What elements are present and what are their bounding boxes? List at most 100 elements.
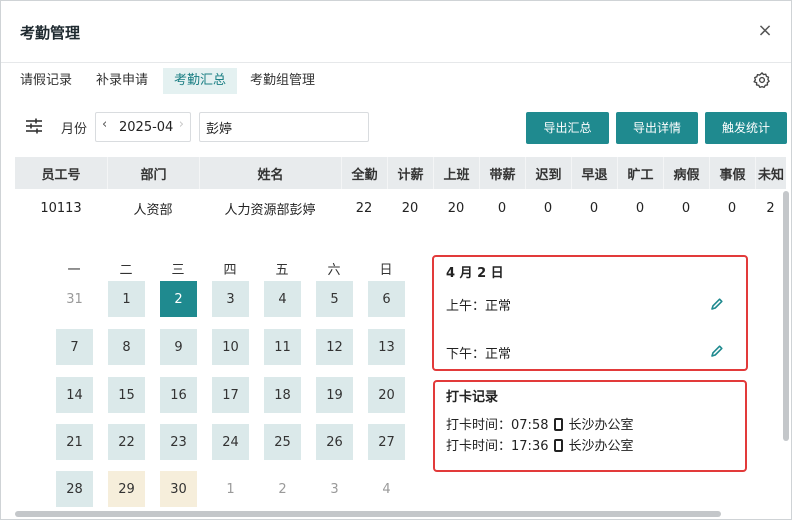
tab-bar: 请假记录 补录申请 考勤汇总 考勤组管理 (1, 63, 791, 103)
table-header: 员工号 部门 姓名 全勤 计薪 上班 带薪 迟到 早退 旷工 病假 事假 未知 (15, 157, 786, 189)
dialog-header: 考勤管理 × (1, 1, 791, 63)
cell-absent: 0 (635, 200, 645, 216)
calendar-day[interactable]: 4 (368, 471, 405, 507)
day-detail-panel: 4 月 2 日 上午：正常 下午：正常 (432, 255, 748, 371)
calendar-day[interactable]: 8 (108, 329, 145, 365)
calendar-day[interactable]: 2 (264, 471, 301, 507)
calendar-day[interactable]: 3 (316, 471, 353, 507)
cell-name: 人力资源部彭婷 (224, 202, 316, 218)
calendar-day[interactable]: 29 (108, 471, 145, 507)
cell-late: 0 (543, 200, 553, 216)
calendar-day[interactable]: 24 (212, 424, 249, 460)
phone-icon (554, 439, 564, 452)
calendar-day[interactable]: 7 (56, 329, 93, 365)
weekday-sun: 日 (379, 263, 393, 278)
calendar-day[interactable]: 23 (160, 424, 197, 460)
calendar-day[interactable]: 12 (316, 329, 353, 365)
calendar-day[interactable]: 20 (368, 377, 405, 413)
table-row[interactable]: 10113 人资部 人力资源部彭婷 22 20 20 0 0 0 0 0 0 2 (15, 189, 786, 227)
calendar-day[interactable]: 21 (56, 424, 93, 460)
horizontal-scrollbar[interactable] (15, 511, 721, 517)
calendar-day[interactable]: 25 (264, 424, 301, 460)
calendar-day[interactable]: 22 (108, 424, 145, 460)
morning-status: 上午：正常 (446, 299, 512, 314)
calendar-day[interactable]: 6 (368, 281, 405, 317)
col-header-department: 部门 (107, 157, 199, 189)
calendar-day[interactable]: 5 (316, 281, 353, 317)
calendar-day[interactable]: 3 (212, 281, 249, 317)
tab-leave-records[interactable]: 请假记录 (9, 68, 83, 94)
dialog-title: 考勤管理 (20, 24, 81, 42)
calendar-day[interactable]: 14 (56, 377, 93, 413)
weekday-wed: 三 (171, 263, 185, 278)
calendar-day[interactable]: 16 (160, 377, 197, 413)
col-header-sick-leave: 病假 (663, 157, 709, 189)
export-summary-button[interactable]: 导出汇总 (526, 112, 609, 144)
col-header-name: 姓名 (199, 157, 341, 189)
cell-work-days: 20 (447, 200, 465, 216)
cell-paid-days: 20 (401, 200, 419, 216)
calendar-day[interactable]: 4 (264, 281, 301, 317)
tab-attendance-group[interactable]: 考勤组管理 (239, 68, 326, 94)
weekday-thu: 四 (223, 263, 237, 278)
cell-paid-leave: 0 (497, 200, 507, 216)
punch-time: 07:58 (511, 418, 549, 433)
col-header-absent: 旷工 (617, 157, 663, 189)
name-search-input[interactable] (199, 112, 369, 142)
month-picker[interactable]: ‹ 2025-04 › (95, 112, 191, 142)
sliders-icon[interactable] (25, 117, 43, 135)
close-icon[interactable]: × (755, 21, 775, 41)
weekday-fri: 五 (275, 263, 289, 278)
punch-record-title: 打卡记录 (446, 390, 499, 405)
cell-employee-id: 10113 (40, 200, 82, 216)
pencil-icon[interactable] (710, 297, 724, 311)
col-header-unknown: 未知 (755, 157, 786, 189)
weekday-mon: 一 (67, 263, 81, 278)
trigger-stats-button[interactable]: 触发统计 (705, 112, 787, 144)
punch-time-label: 打卡时间： (446, 418, 512, 433)
cell-early-leave: 0 (589, 200, 599, 216)
punch-record-item: 打卡时间：07:58 长沙办公室 (446, 414, 634, 433)
calendar-day[interactable]: 10 (212, 329, 249, 365)
vertical-scrollbar[interactable] (783, 191, 789, 441)
calendar-day[interactable]: 19 (316, 377, 353, 413)
col-header-paid-days: 计薪 (387, 157, 433, 189)
calendar-day[interactable]: 13 (368, 329, 405, 365)
phone-icon (554, 418, 564, 431)
summary-table: 员工号 部门 姓名 全勤 计薪 上班 带薪 迟到 早退 旷工 病假 事假 未知 … (15, 157, 786, 227)
calendar-day[interactable]: 9 (160, 329, 197, 365)
col-header-work-days: 上班 (433, 157, 479, 189)
cell-sick-leave: 0 (681, 200, 691, 216)
punch-location: 长沙办公室 (568, 418, 634, 433)
calendar-day[interactable]: 27 (368, 424, 405, 460)
calendar-day[interactable]: 30 (160, 471, 197, 507)
calendar-day[interactable]: 1 (212, 471, 249, 507)
calendar-day[interactable]: 17 (212, 377, 249, 413)
calendar-day[interactable]: 18 (264, 377, 301, 413)
calendar-day[interactable]: 11 (264, 329, 301, 365)
chevron-left-icon[interactable]: ‹ (102, 117, 107, 132)
col-header-early-leave: 早退 (571, 157, 617, 189)
cell-department: 人资部 (133, 202, 173, 218)
month-value: 2025-04 (119, 120, 174, 135)
punch-time-label: 打卡时间： (446, 439, 512, 454)
col-header-paid-leave: 带薪 (479, 157, 525, 189)
export-detail-button[interactable]: 导出详情 (616, 112, 698, 144)
calendar-day[interactable]: 26 (316, 424, 353, 460)
tab-attendance-summary[interactable]: 考勤汇总 (163, 68, 238, 94)
calendar-day[interactable]: 2 (160, 281, 197, 317)
calendar-day[interactable]: 31 (56, 281, 93, 317)
calendar-day[interactable]: 15 (108, 377, 145, 413)
cell-full-attendance: 22 (355, 200, 373, 216)
tab-supplement-requests[interactable]: 补录申请 (85, 68, 159, 94)
col-header-late: 迟到 (525, 157, 571, 189)
attendance-dialog: 考勤管理 × 请假记录 补录申请 考勤汇总 考勤组管理 月份 ‹ 2025-04… (0, 0, 792, 520)
calendar-day[interactable]: 28 (56, 471, 93, 507)
chevron-right-icon[interactable]: › (179, 117, 184, 132)
calendar-day[interactable]: 1 (108, 281, 145, 317)
gear-icon[interactable] (753, 71, 771, 89)
cell-personal-leave: 0 (727, 200, 737, 216)
punch-time: 17:36 (511, 439, 549, 454)
pencil-icon[interactable] (710, 344, 724, 358)
col-header-full-attendance: 全勤 (341, 157, 387, 189)
